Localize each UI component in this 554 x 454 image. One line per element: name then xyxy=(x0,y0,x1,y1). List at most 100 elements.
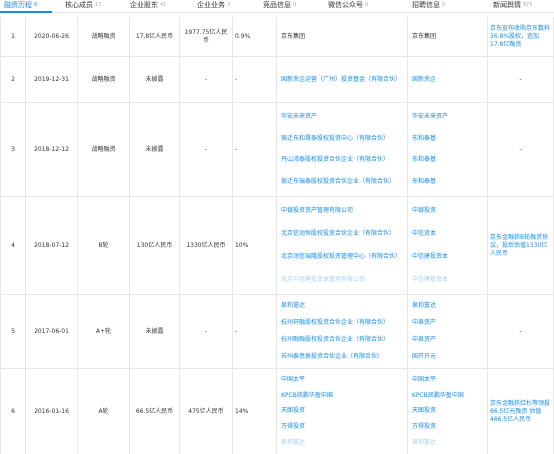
row-investors: 京东集团 xyxy=(277,17,408,56)
row-index: 5 xyxy=(0,295,26,368)
investor-link[interactable]: 京东集团 xyxy=(281,33,305,41)
investor-link[interactable]: 万得投资 xyxy=(281,423,305,431)
investor-short-link[interactable]: 国开开元 xyxy=(412,353,436,361)
investor-link[interactable]: 北京润信瑞隆股权投资管理中心（有限合伙） xyxy=(281,253,401,261)
investor-link[interactable]: 泉和篁达 xyxy=(281,439,305,447)
row-round: A轮 xyxy=(78,369,130,454)
tab-business[interactable]: 企业业务 3 xyxy=(197,0,230,13)
row-amount: 未披露 xyxy=(130,103,180,196)
investor-link[interactable]: 泉和篁达 xyxy=(281,302,305,310)
investor-link[interactable]: 宿迁东瑞泰股权投资合伙企业（有限合伙） xyxy=(281,178,395,186)
row-news[interactable]: 京东宣布收购京东数科36.8%股权，追加17.8亿融资 xyxy=(488,17,554,56)
investor-link[interactable]: 苏州泰思敦投资合伙企业（有限合伙） xyxy=(281,353,383,361)
row-round: A+轮 xyxy=(78,295,130,368)
tab-count: 875 xyxy=(523,2,533,8)
investor-short-link[interactable]: 国新央企 xyxy=(412,76,436,84)
row-news[interactable]: 京东金融获B轮融资协议，投后估值1330亿人民币 xyxy=(488,197,554,294)
investor-short-link[interactable]: 中信建投资本 xyxy=(412,253,448,261)
investor-short-link[interactable]: 万得投资 xyxy=(412,423,436,431)
row-round: B轮 xyxy=(78,197,130,294)
investor-short-link[interactable]: 华安未来资产 xyxy=(412,113,448,121)
row-index: 3 xyxy=(0,103,26,196)
tab-news[interactable]: 新闻舆情 875 xyxy=(493,0,533,13)
investor-link[interactable]: 中银投资资产管理有限公司 xyxy=(281,207,353,215)
row-amount: 17.8亿人民币 xyxy=(130,17,180,56)
row-round: 战略融资 xyxy=(78,103,130,196)
investor-link[interactable]: 国新央企运营（广州）投资基金（有限合伙） xyxy=(281,76,401,84)
tab-label: 微信公众号 xyxy=(328,1,363,9)
table-row: 6 2016-01-16 A轮 66.5亿人民币 475亿人民币 14% 中国太… xyxy=(0,369,554,454)
tab-count: 0 xyxy=(442,2,446,8)
row-investors: 国新央企运营（广州）投资基金（有限合伙） xyxy=(277,57,408,102)
tab-wechat[interactable]: 微信公众号 0 xyxy=(328,0,368,13)
investor-short-link[interactable]: 东和泰基 xyxy=(412,178,436,186)
investor-link[interactable]: 天图投资 xyxy=(281,407,305,415)
table-row: 3 2018-12-12 战略融资 未披露 - - 华安未来资产 宿迁东和晟泰股… xyxy=(0,103,554,197)
table-row: 1 2020-06-26 战略融资 17.8亿人民币 1977.75亿人民币 0… xyxy=(0,17,554,57)
row-ratio: - xyxy=(233,103,277,196)
investor-short-link[interactable]: 中泉资产 xyxy=(412,336,436,344)
row-round: 战略融资 xyxy=(78,17,130,56)
investor-short-link[interactable]: 东和泰基 xyxy=(412,156,436,164)
row-amount: 130亿人民币 xyxy=(130,197,180,294)
row-investors-short: 中银投资 中信资本 中信建投资本 中信建投资本 xyxy=(408,197,488,294)
row-news: - xyxy=(488,295,554,368)
row-investors-short: 中国太平 KPCB凯鹏华盈中国 天图投资 万得投资 泉和篁达 xyxy=(408,369,488,454)
investor-link[interactable]: 北京中信建投资本管理有限公司 xyxy=(281,276,365,284)
investor-link[interactable]: 中国太平 xyxy=(281,376,305,384)
tab-count: 0 xyxy=(365,2,369,8)
row-date: 2017-06-01 xyxy=(26,295,78,368)
investor-link[interactable]: 杭州轩融股权投资合伙企业（有限合伙） xyxy=(281,319,389,327)
investor-short-link[interactable]: 中信建投资本 xyxy=(412,276,448,284)
tab-competitors[interactable]: 竞品信息 0 xyxy=(263,0,296,13)
row-ratio: 0.9% xyxy=(233,17,277,56)
tab-core-members[interactable]: 核心成员 17 xyxy=(65,0,101,13)
row-valuation: - xyxy=(180,295,233,368)
tab-label: 新闻舆情 xyxy=(493,1,521,9)
investor-short-link[interactable]: 天图投资 xyxy=(412,407,436,415)
tab-count: 6 xyxy=(34,2,38,8)
row-investors: 中国太平 KPCB凯鹏华盈中国 天图投资 万得投资 泉和篁达 xyxy=(277,369,408,454)
table-row: 2 2019-12-31 战略融资 未披露 - - 国新央企运营（广州）投资基金… xyxy=(0,57,554,103)
tab-jobs[interactable]: 招聘信息 0 xyxy=(412,0,445,13)
investor-short-link[interactable]: 京东集团 xyxy=(412,33,436,41)
row-investors-short: 泉和篁达 中泉资产 中泉资产 国开开元 xyxy=(408,295,488,368)
row-ratio: - xyxy=(233,57,277,102)
investor-link[interactable]: KPCB凯鹏华盈中国 xyxy=(281,392,333,400)
tab-label: 企业业务 xyxy=(197,1,225,9)
investor-link[interactable]: 华安未来资产 xyxy=(281,113,317,121)
row-round: 战略融资 xyxy=(78,57,130,102)
row-investors: 华安未来资产 宿迁东和晟泰股权投资中心（有限合伙） 丹山湾泰股权投资合伙企业（有… xyxy=(277,103,408,196)
row-investors: 中银投资资产管理有限公司 北京信润恒股权投资合伙企业（有限合伙） 北京润信瑞隆股… xyxy=(277,197,408,294)
row-news: - xyxy=(488,57,554,102)
row-index: 6 xyxy=(0,369,26,454)
tab-count: 41 xyxy=(160,2,167,8)
row-investors-short: 京东集团 xyxy=(408,17,488,56)
investor-short-link[interactable]: 东和泰基 xyxy=(412,135,436,143)
investor-link[interactable]: 北京信润恒股权投资合伙企业（有限合伙） xyxy=(281,230,395,238)
row-valuation: - xyxy=(180,57,233,102)
row-investors-short: 国新央企 xyxy=(408,57,488,102)
row-index: 2 xyxy=(0,57,26,102)
investor-link[interactable]: 宿迁东和晟泰股权投资中心（有限合伙） xyxy=(281,135,389,143)
investor-short-link[interactable]: 泉和篁达 xyxy=(412,302,436,310)
row-valuation: - xyxy=(180,103,233,196)
row-ratio: - xyxy=(233,295,277,368)
investor-link[interactable]: 丹山湾泰股权投资合伙企业（有限合伙） xyxy=(281,156,389,164)
investor-short-link[interactable]: 中泉资产 xyxy=(412,319,436,327)
investor-short-link[interactable]: KPCB凯鹏华盈中国 xyxy=(412,392,464,400)
tab-label: 竞品信息 xyxy=(263,1,291,9)
investor-short-link[interactable]: 中国太平 xyxy=(412,376,436,384)
investor-short-link[interactable]: 中信资本 xyxy=(412,230,436,238)
investor-short-link[interactable]: 泉和篁达 xyxy=(412,439,436,447)
tab-label: 融资历程 xyxy=(4,1,32,9)
investor-link[interactable]: 杭州融融股权投资合伙企业（有限合伙） xyxy=(281,336,389,344)
investor-short-link[interactable]: 中银投资 xyxy=(412,207,436,215)
row-valuation: 475亿人民币 xyxy=(180,369,233,454)
tab-count: 0 xyxy=(293,2,297,8)
table-row: 5 2017-06-01 A+轮 未披露 - - 泉和篁达 杭州轩融股权投资合伙… xyxy=(0,295,554,369)
tab-shareholders[interactable]: 企业股东 41 xyxy=(130,0,166,13)
row-date: 2018-12-12 xyxy=(26,103,78,196)
row-investors: 泉和篁达 杭州轩融股权投资合伙企业（有限合伙） 杭州融融股权投资合伙企业（有限合… xyxy=(277,295,408,368)
row-news[interactable]: 京东金融获红杉等领投66.5亿元融资 估值466.5亿人民币 xyxy=(488,369,554,454)
